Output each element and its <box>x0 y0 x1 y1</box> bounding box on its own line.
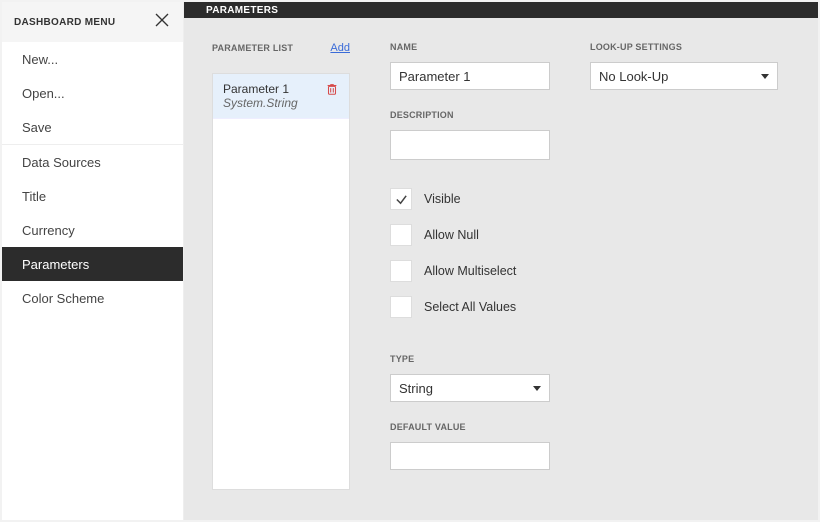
parameter-item-name: Parameter 1 <box>223 82 298 96</box>
sidebar-menu-group-b: Data Sources Title Currency Parameters C… <box>2 145 183 315</box>
delete-icon[interactable] <box>325 82 339 101</box>
fields-column: NAME DESCRIPTION Visible Allow Null <box>390 42 550 490</box>
sidebar-item-currency[interactable]: Currency <box>2 213 183 247</box>
default-label: DEFAULT VALUE <box>390 422 550 432</box>
checkbox-group: Visible Allow Null Allow Multiselect Sel… <box>390 188 550 332</box>
description-label: DESCRIPTION <box>390 110 550 120</box>
main-header: PARAMETERS <box>184 2 818 18</box>
type-dropdown[interactable]: String <box>390 374 550 402</box>
sidebar-item-label: Parameters <box>22 257 89 272</box>
sidebar-item-label: Save <box>22 120 52 135</box>
lookup-dropdown[interactable]: No Look-Up <box>590 62 778 90</box>
checkbox-unchecked-icon <box>390 224 412 246</box>
sidebar-item-label: Open... <box>22 86 65 101</box>
name-input[interactable] <box>390 62 550 90</box>
allow-null-checkbox-row[interactable]: Allow Null <box>390 224 550 246</box>
parameter-list-column: PARAMETER LIST Add Parameter 1 System.St… <box>212 42 350 490</box>
parameter-list-label: PARAMETER LIST <box>212 43 293 53</box>
checkbox-checked-icon <box>390 188 412 210</box>
chevron-down-icon <box>761 74 769 79</box>
sidebar-item-parameters[interactable]: Parameters <box>2 247 183 281</box>
main-panel: PARAMETERS PARAMETER LIST Add Parameter … <box>184 2 818 520</box>
sidebar-item-color-scheme[interactable]: Color Scheme <box>2 281 183 315</box>
sidebar-item-label: Currency <box>22 223 75 238</box>
sidebar: DASHBOARD MENU New... Open... Save Data … <box>2 2 184 520</box>
type-field-block: TYPE String <box>390 354 550 402</box>
type-dropdown-value: String <box>399 381 433 396</box>
default-value-field-block: DEFAULT VALUE <box>390 422 550 470</box>
allow-multiselect-checkbox-label: Allow Multiselect <box>424 264 516 278</box>
page-title: PARAMETERS <box>206 5 278 16</box>
type-label: TYPE <box>390 354 550 364</box>
sidebar-item-label: New... <box>22 52 58 67</box>
sidebar-item-label: Title <box>22 189 46 204</box>
parameter-list-header: PARAMETER LIST Add <box>212 42 350 63</box>
lookup-label: LOOK-UP SETTINGS <box>590 42 778 52</box>
parameter-list-box: Parameter 1 System.String <box>212 73 350 490</box>
select-all-checkbox-label: Select All Values <box>424 300 516 314</box>
select-all-checkbox-row[interactable]: Select All Values <box>390 296 550 318</box>
sidebar-item-label: Data Sources <box>22 155 101 170</box>
checkbox-unchecked-icon <box>390 296 412 318</box>
description-input[interactable] <box>390 130 550 160</box>
sidebar-item-new[interactable]: New... <box>2 42 183 76</box>
sidebar-item-label: Color Scheme <box>22 291 104 306</box>
add-parameter-link[interactable]: Add <box>330 42 350 54</box>
sidebar-title: DASHBOARD MENU <box>14 17 115 28</box>
parameter-item-type: System.String <box>223 96 298 110</box>
sidebar-item-title[interactable]: Title <box>2 179 183 213</box>
parameter-item-text: Parameter 1 System.String <box>223 82 298 110</box>
description-field-block: DESCRIPTION <box>390 110 550 160</box>
content: PARAMETER LIST Add Parameter 1 System.St… <box>184 18 818 520</box>
name-label: NAME <box>390 42 550 52</box>
allow-null-checkbox-label: Allow Null <box>424 228 479 242</box>
lookup-column: LOOK-UP SETTINGS No Look-Up <box>590 42 778 490</box>
parameter-item[interactable]: Parameter 1 System.String <box>213 74 349 119</box>
visible-checkbox-row[interactable]: Visible <box>390 188 550 210</box>
default-value-input[interactable] <box>390 442 550 470</box>
sidebar-item-open[interactable]: Open... <box>2 76 183 110</box>
app-window: DASHBOARD MENU New... Open... Save Data … <box>0 0 820 522</box>
checkbox-unchecked-icon <box>390 260 412 282</box>
visible-checkbox-label: Visible <box>424 192 461 206</box>
chevron-down-icon <box>533 386 541 391</box>
sidebar-header: DASHBOARD MENU <box>2 2 183 42</box>
sidebar-item-save[interactable]: Save <box>2 110 183 144</box>
sidebar-item-data-sources[interactable]: Data Sources <box>2 145 183 179</box>
name-field-block: NAME <box>390 42 550 90</box>
sidebar-menu-group-a: New... Open... Save <box>2 42 183 144</box>
allow-multiselect-checkbox-row[interactable]: Allow Multiselect <box>390 260 550 282</box>
close-icon[interactable] <box>153 11 171 34</box>
lookup-dropdown-value: No Look-Up <box>599 69 668 84</box>
